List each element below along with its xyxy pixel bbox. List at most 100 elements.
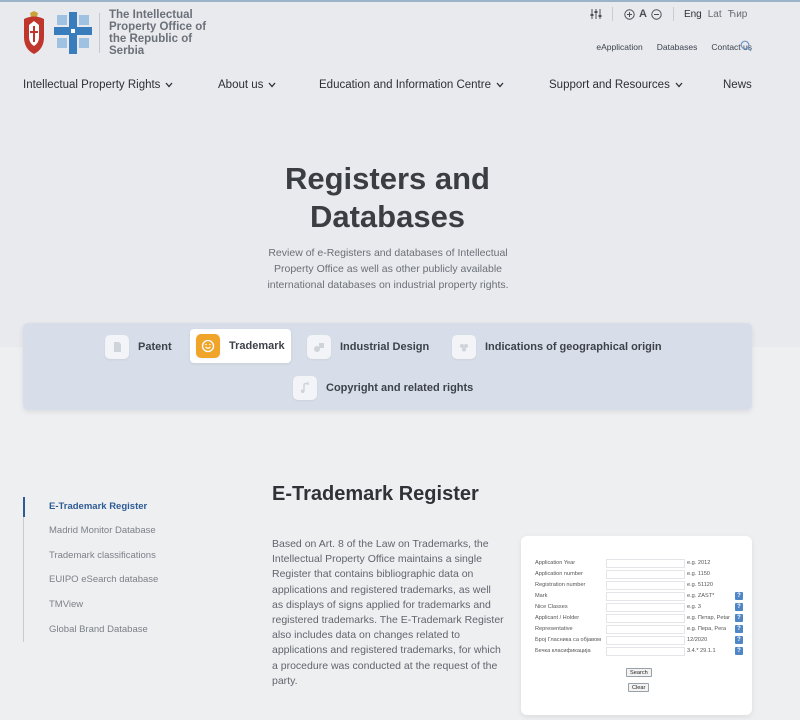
toolbar-divider: [672, 7, 674, 21]
field-example: e.g. 1150: [687, 571, 710, 577]
mark-field[interactable]: [606, 592, 685, 601]
help-icon[interactable]: ?: [735, 603, 743, 611]
applicant-holder-field[interactable]: [606, 614, 685, 623]
help-icon[interactable]: ?: [735, 614, 743, 622]
field-label: Application number: [535, 571, 583, 577]
nav-education-information-centre[interactable]: Education and Information Centre: [319, 79, 504, 91]
tab-geographical-origin[interactable]: Indications of geographical origin: [446, 330, 668, 364]
sidebar-item-madrid-monitor[interactable]: Madrid Monitor Database: [49, 525, 156, 536]
smile-badge-icon: [196, 334, 220, 358]
tab-label: Industrial Design: [340, 341, 430, 353]
vienna-classification-field[interactable]: [606, 647, 685, 656]
help-icon[interactable]: ?: [735, 592, 743, 600]
tab-patent[interactable]: Patent: [99, 330, 178, 364]
help-icon[interactable]: ?: [735, 647, 743, 655]
field-label: Број Гласника са објавом: [535, 637, 602, 643]
sidebar-item-e-trademark-register[interactable]: E-Trademark Register: [49, 501, 147, 512]
registration-number-field[interactable]: [606, 581, 685, 590]
field-label: Applicant / Holder: [535, 615, 580, 621]
clear-button[interactable]: Clear: [628, 683, 650, 692]
sidebar-nav: E-Trademark Register Madrid Monitor Data…: [23, 497, 158, 642]
form-row: Бечка класификација 3.4.* 29.1.1 ?: [535, 647, 745, 657]
form-row: Registration number e.g. 51120: [535, 581, 745, 591]
music-note-icon: [293, 376, 317, 400]
application-year-field[interactable]: [606, 559, 685, 568]
form-row: Representative e.g. Перa, Pera ?: [535, 625, 745, 635]
form-row: Mark e.g. ZAST* ?: [535, 592, 745, 602]
sidebar-item-tmview[interactable]: TMView: [49, 599, 83, 610]
nav-about-us[interactable]: About us: [218, 79, 276, 91]
lang-lat[interactable]: Lat: [708, 9, 722, 20]
form-row: Nice Classes e.g. 3 ?: [535, 603, 745, 613]
link-databases[interactable]: Databases: [657, 42, 698, 52]
field-example: e.g. 2012: [687, 560, 711, 566]
nav-label: Support and Resources: [549, 79, 670, 91]
field-example: e.g. 51120: [687, 582, 714, 588]
nice-classes-field[interactable]: [606, 603, 685, 612]
site-logo[interactable]: The Intellectual Property Office of the …: [22, 9, 219, 57]
minus-circle-icon[interactable]: [651, 8, 663, 20]
tab-copyright[interactable]: Copyright and related rights: [287, 371, 479, 405]
nav-label: Intellectual Property Rights: [23, 79, 161, 91]
language-switcher: Eng Lat Ћир: [684, 9, 747, 20]
field-label: Representative: [535, 626, 573, 632]
tab-label: Patent: [138, 341, 172, 353]
form-row: Број Гласника са објавом 12/2020 ?: [535, 636, 745, 646]
shapes-icon: [307, 335, 331, 359]
ipo-emblem-icon: [54, 12, 92, 54]
help-icon[interactable]: ?: [735, 636, 743, 644]
tab-trademark[interactable]: Trademark: [190, 329, 291, 363]
lang-eng[interactable]: Eng: [684, 9, 702, 20]
nav-support-resources[interactable]: Support and Resources: [549, 79, 683, 91]
chevron-down-icon: [165, 82, 173, 88]
page-title-line1: Registers and: [284, 161, 490, 196]
font-size-reset-button[interactable]: A: [639, 8, 647, 20]
field-example: 12/2020: [687, 637, 708, 643]
search-icon[interactable]: [740, 40, 752, 52]
serbia-coat-of-arms-icon: [24, 11, 44, 54]
chevron-down-icon: [675, 82, 683, 88]
page-subtitle: Review of e-Registers and databases of I…: [267, 247, 509, 291]
search-button[interactable]: Search: [626, 668, 652, 677]
field-label: Registration number: [535, 582, 586, 588]
help-icon[interactable]: ?: [735, 625, 743, 633]
section-description: Based on Art. 8 of the Law on Trademarks…: [272, 538, 504, 687]
nav-label: About us: [218, 79, 264, 91]
field-label: Mark: [535, 593, 548, 599]
toolbar-divider: [612, 7, 613, 21]
chevron-down-icon: [268, 82, 276, 88]
form-row: Application number e.g. 1150: [535, 570, 745, 580]
tab-label: Indications of geographical origin: [485, 341, 662, 353]
chevron-down-icon: [496, 82, 504, 88]
plus-circle-icon[interactable]: [623, 8, 635, 20]
utility-links: eApplication Databases Contact us: [596, 42, 752, 52]
section-title: E-Trademark Register: [272, 483, 479, 505]
logo-divider: [99, 13, 100, 53]
sidebar-item-trademark-classifications[interactable]: Trademark classifications: [49, 550, 156, 561]
application-number-field[interactable]: [606, 570, 685, 579]
registry-category-tabs: Patent Trademark Industrial Design Indic…: [23, 323, 752, 410]
tab-label: Copyright and related rights: [326, 382, 474, 394]
form-row: Applicant / Holder e.g. Петар, Petar ?: [535, 614, 745, 624]
tab-industrial-design[interactable]: Industrial Design: [301, 330, 435, 364]
link-eapplication[interactable]: eApplication: [596, 42, 642, 52]
nav-label: Education and Information Centre: [319, 79, 491, 91]
search-form-preview[interactable]: Application Year e.g. 2012 Application n…: [521, 536, 752, 715]
top-accent-line: [0, 0, 800, 2]
sidebar-item-global-brand-database[interactable]: Global Brand Database: [49, 624, 148, 635]
logo-text: The Intellectual Property Office of the …: [109, 9, 207, 57]
tab-label: Trademark: [229, 340, 285, 352]
sidebar-item-euipo-esearch[interactable]: EUIPO eSearch database: [49, 574, 158, 585]
active-indicator: [23, 497, 25, 517]
nav-label: News: [723, 79, 752, 91]
accessibility-toolbar: A Eng Lat Ћир: [590, 7, 747, 21]
field-label: Nice Classes: [535, 604, 568, 610]
nav-intellectual-property-rights[interactable]: Intellectual Property Rights: [23, 79, 173, 91]
sliders-icon[interactable]: [590, 8, 602, 20]
grapes-icon: [452, 335, 476, 359]
gazette-number-field[interactable]: [606, 636, 685, 645]
form-row: Application Year e.g. 2012: [535, 559, 745, 569]
nav-news[interactable]: News: [723, 79, 752, 91]
lang-cyr[interactable]: Ћир: [728, 9, 748, 20]
representative-field[interactable]: [606, 625, 685, 634]
